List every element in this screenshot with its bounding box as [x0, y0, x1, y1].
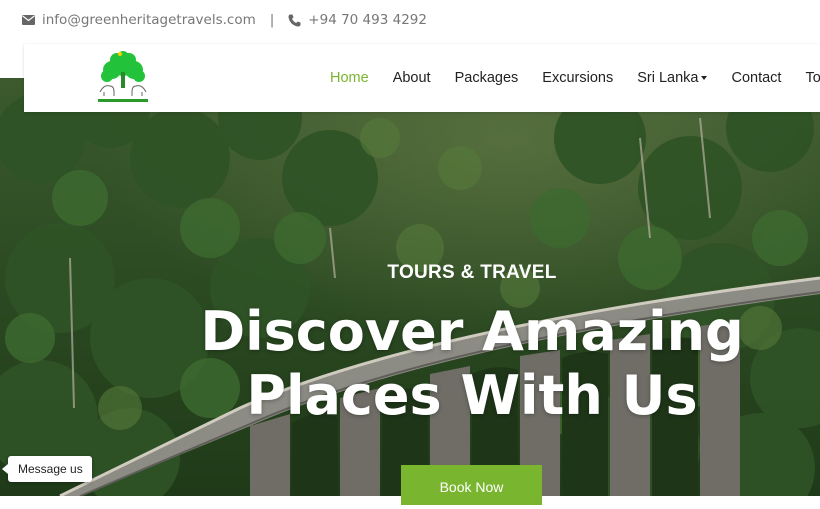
nav-tours-partial[interactable]: To: [805, 70, 820, 86]
nav-about-label: About: [392, 70, 431, 86]
nav-home-label: Home: [330, 70, 369, 86]
nav-excursions-label: Excursions: [542, 70, 614, 86]
nav-packages[interactable]: Packages: [455, 70, 519, 86]
green-heritage-logo[interactable]: [90, 48, 156, 108]
message-us-button[interactable]: Message us: [2, 456, 92, 482]
hero-headline-line-2: Places With Us: [246, 364, 698, 427]
phone-icon: [288, 14, 301, 26]
nav-sri-lanka-label: Sri Lanka: [637, 70, 699, 86]
book-now-button[interactable]: Book Now: [401, 465, 542, 505]
phone-contact[interactable]: +94 70 493 4292: [288, 12, 427, 28]
primary-nav: Home About Packages Excursions Sri Lanka…: [330, 44, 820, 112]
nav-home[interactable]: Home: [330, 70, 369, 86]
hero-background-image: [0, 78, 820, 496]
email-contact[interactable]: info@greenheritagetravels.com: [22, 12, 256, 28]
email-text: info@greenheritagetravels.com: [42, 12, 256, 28]
hero-section: [0, 78, 820, 496]
nav-sri-lanka[interactable]: Sri Lanka: [637, 70, 708, 86]
hero-headline-line-1: Discover Amazing: [200, 300, 744, 363]
hero-kicker: TOURS & TRAVEL: [387, 262, 557, 283]
caret-down-icon: [701, 76, 708, 80]
nav-excursions[interactable]: Excursions: [542, 70, 613, 86]
hero-headline: Discover Amazing Places With Us: [0, 300, 820, 428]
top-contact-bar: info@greenheritagetravels.com | +94 70 4…: [0, 0, 820, 40]
nav-tours-label: To: [805, 70, 820, 86]
main-navbar: Home About Packages Excursions Sri Lanka…: [24, 44, 820, 112]
contact-separator: |: [269, 12, 275, 28]
phone-text: +94 70 493 4292: [308, 12, 427, 28]
nav-contact-label: Contact: [731, 70, 782, 86]
nav-packages-label: Packages: [454, 70, 519, 86]
nav-about[interactable]: About: [393, 70, 431, 86]
envelope-icon: [22, 15, 35, 25]
nav-contact[interactable]: Contact: [731, 70, 781, 86]
